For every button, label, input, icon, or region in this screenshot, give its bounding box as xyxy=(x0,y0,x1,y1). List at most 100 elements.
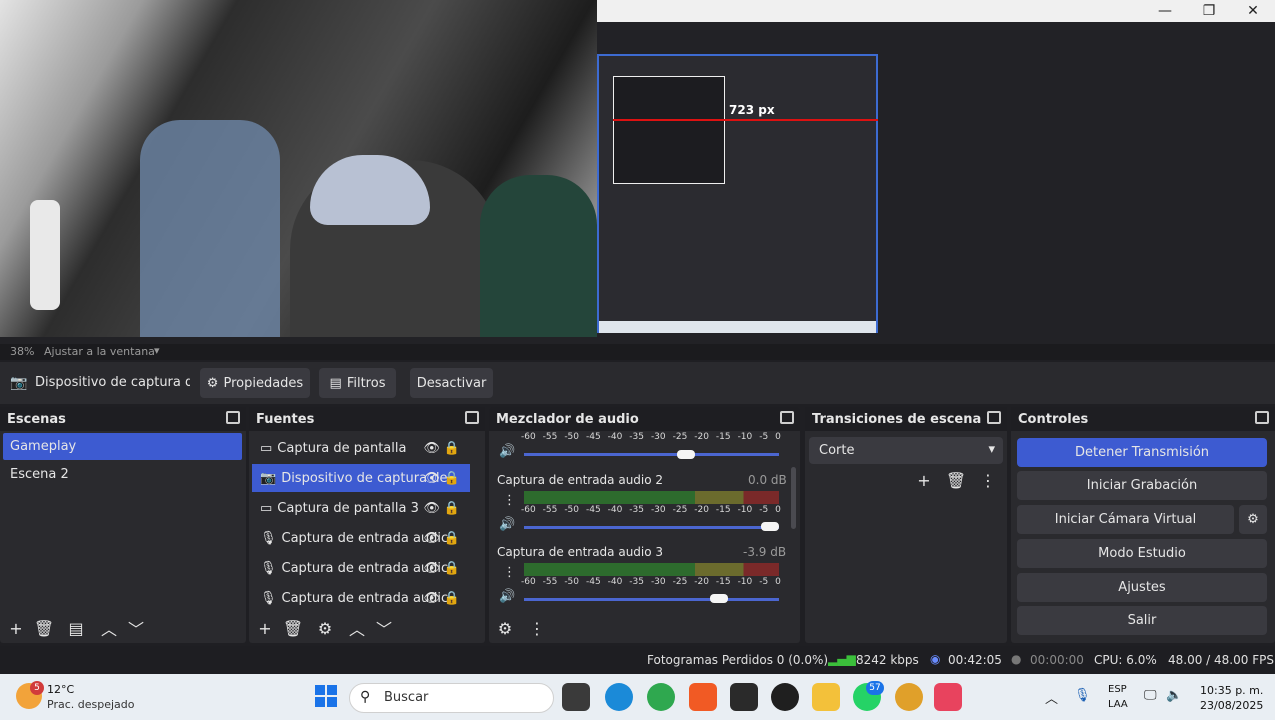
source-item[interactable]: ▭ Captura de pantalla 👁 🔒 xyxy=(252,434,470,462)
transition-select[interactable]: Corte ▾ xyxy=(809,437,1003,464)
clock-date[interactable]: 23/08/2025 xyxy=(1200,699,1263,712)
eye-icon[interactable]: 👁 xyxy=(423,471,440,486)
eye-icon[interactable]: 👁 xyxy=(423,561,440,576)
meter-tick-label: -5 xyxy=(759,577,769,587)
windows-start-icon[interactable] xyxy=(315,685,337,707)
lock-icon[interactable]: 🔒 xyxy=(444,501,460,516)
eye-icon[interactable]: 👁 xyxy=(423,501,440,516)
deactivate-button[interactable]: Desactivar xyxy=(410,368,493,398)
whatsapp-badge: 57 xyxy=(866,681,884,695)
add-icon[interactable]: + xyxy=(5,617,27,639)
meter-tick-label: -35 xyxy=(629,577,644,587)
chrome-profile-icon[interactable] xyxy=(895,683,923,711)
chevron-down-icon[interactable]: ﹀ xyxy=(125,617,147,639)
studio-mode-button[interactable]: Modo Estudio xyxy=(1017,539,1267,568)
speaker-icon[interactable]: 🔊 xyxy=(499,517,515,532)
add-icon[interactable]: + xyxy=(254,617,276,639)
source-item[interactable]: ▭ Captura de pantalla 3 👁 🔒 xyxy=(252,494,470,522)
start-recording-button[interactable]: Iniciar Grabación xyxy=(1017,471,1267,500)
virtual-cam-settings-gear-icon[interactable]: ⚙ xyxy=(1239,505,1267,534)
trash-icon[interactable]: 🗑 xyxy=(33,617,55,639)
eye-icon[interactable]: 👁 xyxy=(423,531,440,546)
chevron-up-icon[interactable]: ︿ xyxy=(346,617,368,639)
kebab-menu-icon[interactable]: ⋮ xyxy=(503,493,516,508)
source-item[interactable]: 🎙 Captura de entrada audic 👁 🔒 xyxy=(252,524,470,552)
undock-icon[interactable] xyxy=(465,411,479,424)
undock-icon[interactable] xyxy=(987,411,1001,424)
gear-icon[interactable]: ⚙ xyxy=(494,617,516,639)
obs-icon[interactable] xyxy=(771,683,799,711)
properties-button[interactable]: ⚙ Propiedades xyxy=(200,368,310,398)
scene-item-escena-2[interactable]: Escena 2 xyxy=(3,461,242,488)
filters-button[interactable]: ▤ Filtros xyxy=(319,368,396,398)
zoom-mode[interactable]: Ajustar a la ventana xyxy=(44,345,155,358)
gear-icon[interactable]: ⚙ xyxy=(314,617,336,639)
volume-slider[interactable] xyxy=(524,453,779,456)
language-bottom[interactable]: LAA xyxy=(1108,699,1128,710)
screen-capture-preview[interactable]: 723 px xyxy=(597,54,878,333)
chrome-icon[interactable] xyxy=(647,683,675,711)
eye-icon[interactable]: 👁 xyxy=(423,591,440,606)
brave-icon[interactable] xyxy=(689,683,717,711)
settings-button[interactable]: Ajustes xyxy=(1017,573,1267,602)
weather-desc[interactable]: Prac. despejado xyxy=(47,698,134,711)
source-item[interactable]: 🎙 Captura de entrada audic 👁 🔒 xyxy=(252,584,470,612)
lock-icon[interactable]: 🔒 xyxy=(444,471,460,486)
scene-item-gameplay[interactable]: Gameplay xyxy=(3,433,242,460)
volume-slider-knob[interactable] xyxy=(710,594,728,603)
eye-icon[interactable]: 👁 xyxy=(423,441,440,456)
mixer-scrollbar[interactable] xyxy=(791,467,796,529)
volume-icon[interactable]: 🔈 xyxy=(1166,688,1182,703)
source-item[interactable]: 🎙 Captura de entrada audic 👁 🔒 xyxy=(252,554,470,582)
stream-icon: ◉ xyxy=(930,652,941,666)
add-icon[interactable]: + xyxy=(913,469,935,491)
exit-button[interactable]: Salir xyxy=(1017,606,1267,635)
stop-stream-button[interactable]: Detener Transmisión xyxy=(1017,438,1267,467)
volume-slider[interactable] xyxy=(524,526,779,529)
capcut-icon[interactable] xyxy=(730,683,758,711)
trash-icon[interactable]: 🗑 xyxy=(282,617,304,639)
lock-icon[interactable]: 🔒 xyxy=(444,531,460,546)
chevron-down-icon[interactable]: ▾ xyxy=(154,344,160,357)
lock-icon[interactable]: 🔒 xyxy=(444,441,460,456)
chevron-down-icon[interactable]: ﹀ xyxy=(373,617,395,639)
tiktok-icon[interactable] xyxy=(934,683,962,711)
minimize-button[interactable]: — xyxy=(1143,0,1187,22)
weather-temp[interactable]: 12°C xyxy=(47,683,74,696)
monitor-icon: ▭ xyxy=(260,440,273,456)
source-item[interactable]: 📷 Dispositivo de captura de 👁 🔒 xyxy=(252,464,470,492)
language-top[interactable]: ESP xyxy=(1108,684,1127,695)
chevron-up-icon[interactable]: ︿ xyxy=(1045,688,1058,707)
kebab-menu-icon[interactable]: ⋮ xyxy=(526,617,548,639)
undock-icon[interactable] xyxy=(226,411,240,424)
kebab-menu-icon[interactable]: ⋮ xyxy=(977,469,999,491)
undock-icon[interactable] xyxy=(780,411,794,424)
filter-icon[interactable]: ▤ xyxy=(65,617,87,639)
audio-meter xyxy=(524,491,779,504)
taskbar-search-input[interactable]: ⚲ Buscar xyxy=(349,683,554,713)
undock-icon[interactable] xyxy=(1255,411,1269,424)
record-time: 00:00:00 xyxy=(1030,653,1084,667)
volume-slider[interactable] xyxy=(524,598,779,601)
nested-taskbar xyxy=(599,321,876,333)
maximize-button[interactable]: ❐ xyxy=(1187,0,1231,22)
clock-time[interactable]: 10:35 p. m. xyxy=(1200,684,1263,697)
edge-icon[interactable] xyxy=(605,683,633,711)
lock-icon[interactable]: 🔒 xyxy=(444,591,460,606)
volume-slider-knob[interactable] xyxy=(676,450,695,459)
chevron-up-icon[interactable]: ︿ xyxy=(98,617,120,639)
close-button[interactable]: ✕ xyxy=(1231,0,1275,22)
lock-icon[interactable]: 🔒 xyxy=(444,561,460,576)
filters-label: Filtros xyxy=(346,375,386,391)
speaker-icon[interactable]: 🔊 xyxy=(499,444,515,459)
speaker-icon[interactable]: 🔊 xyxy=(499,589,515,604)
kebab-menu-icon[interactable]: ⋮ xyxy=(503,565,516,580)
volume-slider-knob[interactable] xyxy=(761,522,779,531)
task-view-icon[interactable] xyxy=(562,683,590,711)
file-explorer-icon[interactable] xyxy=(812,683,840,711)
network-icon[interactable]: 🖵 xyxy=(1144,688,1157,703)
start-virtual-cam-button[interactable]: Iniciar Cámara Virtual xyxy=(1017,505,1234,534)
sources-title-text: Fuentes xyxy=(256,412,315,427)
mic-icon[interactable]: 🎙 xyxy=(1074,688,1091,703)
trash-icon[interactable]: 🗑 xyxy=(945,469,967,491)
